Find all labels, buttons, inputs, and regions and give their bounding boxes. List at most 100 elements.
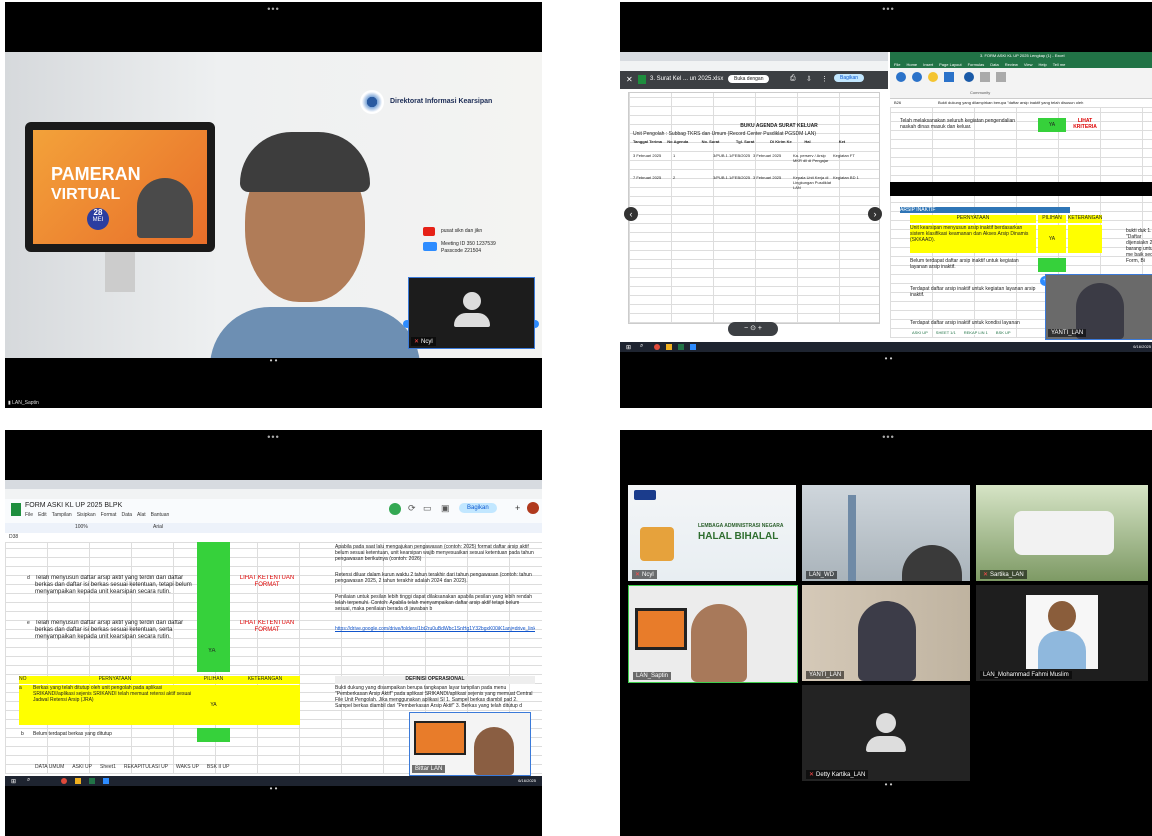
chrome-icon[interactable]: [654, 344, 660, 350]
definisi-header: DEFINISI OPERASIONAL: [335, 676, 535, 684]
meet-icon[interactable]: [389, 503, 401, 515]
sheet-tab[interactable]: BSK II UP: [207, 764, 230, 770]
show-training-icon[interactable]: [944, 72, 954, 82]
participant-tile-6[interactable]: LAN_Mohammad Fahmi Muslim: [976, 585, 1148, 681]
feedback-icon[interactable]: [928, 72, 938, 82]
more-options-icon[interactable]: •••: [5, 432, 542, 442]
start-icon[interactable]: ⊞: [626, 344, 631, 351]
ribbon-tabs[interactable]: File Home Insert Page Layout Formulas Data Rev…: [890, 61, 1152, 68]
taskbar-search-icon[interactable]: ⌕: [640, 343, 643, 350]
sheets-logo-icon[interactable]: [11, 503, 21, 516]
sheet-tab[interactable]: ASKI UP: [72, 764, 92, 770]
kebab-menu-icon[interactable]: ⋮: [821, 75, 828, 83]
formula-bar[interactable]: B26 Bukti dukung yang dilampirkan berupa…: [890, 99, 1152, 108]
participant-tile-4-speaking[interactable]: LAN_Saptin: [628, 585, 798, 683]
sheet-tab[interactable]: REKAP LIN 1: [961, 330, 990, 335]
ribbon-tab[interactable]: Review: [1005, 61, 1018, 68]
ribbon-tab[interactable]: File: [894, 61, 900, 68]
more-options-icon[interactable]: •••: [620, 4, 1152, 14]
more-options-icon[interactable]: •••: [5, 4, 542, 14]
sheet-tab[interactable]: BSK UP: [993, 330, 1013, 335]
open-with-button[interactable]: Buka dengan: [728, 75, 770, 83]
menu-item[interactable]: File: [25, 512, 33, 518]
pager-dots[interactable]: • •: [620, 780, 1152, 789]
menu-item[interactable]: Tampilan: [52, 512, 72, 518]
ribbon-tab[interactable]: Formulas: [968, 61, 985, 68]
ribbon-tab[interactable]: View: [1024, 61, 1033, 68]
zoom-controls[interactable]: − ⊙ +: [728, 322, 778, 336]
taskbar-search-icon[interactable]: ⌕: [27, 777, 30, 784]
ribbon-tab[interactable]: Help: [1038, 61, 1046, 68]
sheet-tab[interactable]: Sheet1: [100, 764, 116, 770]
download-icon[interactable]: ⇩: [806, 75, 812, 83]
browser-urlbar[interactable]: [620, 61, 888, 71]
excel-taskbar-icon[interactable]: [678, 344, 684, 350]
zoom-reset-icon[interactable]: ⊙: [750, 325, 756, 332]
help-icon[interactable]: [896, 72, 906, 82]
participant-tile-3[interactable]: ✕ Sartika_LAN: [976, 485, 1148, 581]
drive-link[interactable]: https://drive.google.com/drive/folders/1…: [335, 626, 535, 632]
self-view-tile[interactable]: ✕ Ncyl: [408, 277, 535, 349]
zoom-taskbar-icon[interactable]: [690, 344, 696, 350]
suggest-feature-icon[interactable]: [996, 72, 1006, 82]
sheet-tab[interactable]: DATA UMUM: [35, 764, 64, 770]
browser-urlbar[interactable]: [5, 489, 542, 499]
share-button[interactable]: Bagikan: [834, 74, 865, 82]
browser-tabbar[interactable]: [5, 480, 542, 489]
blog-icon[interactable]: [980, 72, 990, 82]
prev-arrow-icon[interactable]: ‹: [624, 207, 638, 221]
next-arrow-icon[interactable]: ›: [868, 207, 882, 221]
zoom-in-icon[interactable]: +: [758, 325, 762, 332]
menu-item[interactable]: Edit: [38, 512, 47, 518]
participant-tile-5[interactable]: YANTI_LAN: [802, 585, 970, 681]
explorer-icon[interactable]: [666, 344, 672, 350]
lihat-ketentuan-2[interactable]: LIHAT KETENTUAN FORMAT: [237, 620, 297, 634]
close-icon[interactable]: ✕: [626, 75, 633, 84]
ribbon-tab[interactable]: Insert: [923, 61, 933, 68]
menu-item[interactable]: Format: [101, 512, 117, 518]
menu-item[interactable]: Bantuan: [151, 512, 170, 518]
menu-item[interactable]: Sisipkan: [77, 512, 96, 518]
zoom-level[interactable]: 100%: [75, 524, 88, 530]
lihat-ketentuan-1[interactable]: LIHAT KETENTUAN FORMAT: [237, 575, 297, 589]
browser-tabbar[interactable]: [620, 52, 888, 61]
ribbon-tab[interactable]: Home: [906, 61, 917, 68]
participant-tile-7[interactable]: ✕ Detty Kartika_LAN: [802, 685, 970, 781]
sheet-tab[interactable]: ASKI UP: [910, 330, 930, 335]
passcode-label: Passcode: [441, 248, 463, 254]
video-call-icon[interactable]: ▣: [441, 503, 450, 514]
participant-name: LAN_Saptin: [633, 672, 672, 680]
community-icon[interactable]: [964, 72, 974, 82]
zoom-out-icon[interactable]: −: [744, 325, 748, 332]
sheet-tab[interactable]: SHEET 1/1: [933, 330, 958, 335]
doc-title[interactable]: FORM ASKI KL UP 2025 BLPK: [25, 502, 122, 509]
menu-bar[interactable]: File Edit Tampilan Sisipkan Format Data Alat Ba…: [25, 512, 169, 518]
pager-dots[interactable]: • •: [5, 784, 542, 793]
participant-tile-2[interactable]: LAN_WD: [802, 485, 970, 581]
self-view-tile[interactable]: YANTI_LAN: [1045, 274, 1152, 340]
print-icon[interactable]: ⎙: [790, 75, 796, 83]
more-options-icon[interactable]: •••: [620, 432, 1152, 442]
contact-support-icon[interactable]: [912, 72, 922, 82]
pager-dots[interactable]: • •: [620, 354, 1152, 363]
pager-dots[interactable]: • •: [5, 356, 542, 365]
add-icon[interactable]: +: [515, 503, 520, 513]
ribbon-tab[interactable]: Page Layout: [939, 61, 961, 68]
self-view-tile[interactable]: Bittar LAN: [409, 712, 531, 776]
lihat-kriteria[interactable]: LIHAT KRITERIA: [1070, 118, 1100, 130]
participant-tile-1[interactable]: LEMBAGA ADMINISTRASI NEGARA HALAL BIHALA…: [628, 485, 796, 581]
sheet-tabs[interactable]: DATA UMUM ASKI UP Sheet1 REKAPITULASI UP WAK…: [35, 764, 229, 770]
menu-item[interactable]: Data: [121, 512, 132, 518]
ribbon-tab[interactable]: Data: [990, 61, 998, 68]
sheet-tab[interactable]: WAKS UP: [176, 764, 199, 770]
history-icon[interactable]: ⟳: [408, 503, 416, 514]
font-name[interactable]: Arial: [153, 524, 163, 530]
profile-avatar[interactable]: [527, 502, 539, 514]
sheet-tab[interactable]: REKAPITULASI UP: [124, 764, 168, 770]
share-button[interactable]: Bagikan: [459, 503, 497, 513]
menu-item[interactable]: Alat: [137, 512, 146, 518]
comment-icon[interactable]: ▭: [423, 503, 432, 514]
sheets-toolbar[interactable]: 100% Arial: [5, 523, 542, 533]
ribbon-tab[interactable]: Tell me: [1053, 61, 1066, 68]
sheet-tabs[interactable]: ASKI UP SHEET 1/1 REKAP LIN 1 BSK UP: [910, 330, 1013, 335]
